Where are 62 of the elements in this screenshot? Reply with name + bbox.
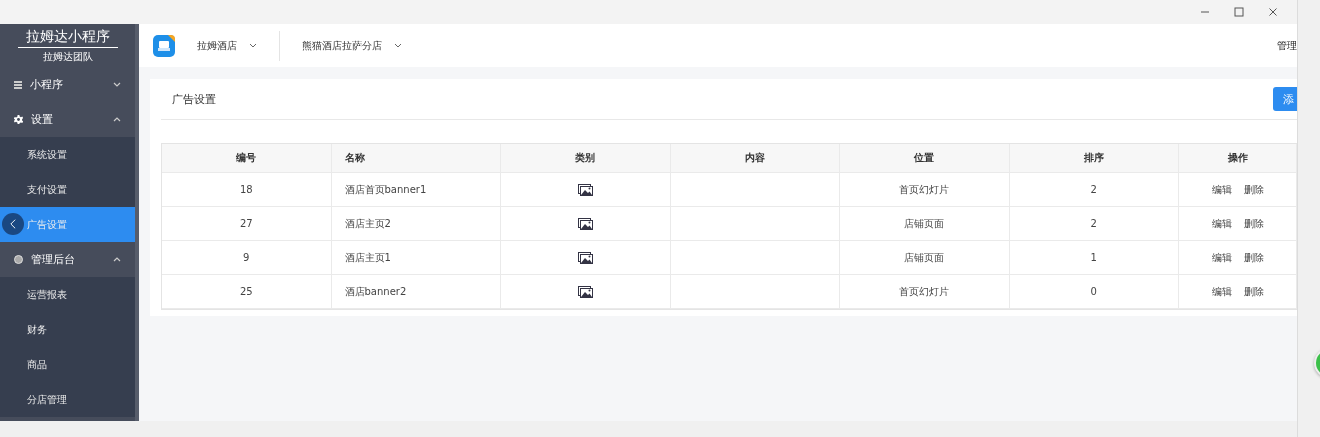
table-cell: 18 <box>162 173 332 207</box>
table-cell: 店铺页面 <box>840 207 1010 241</box>
table-cell: 酒店主页1 <box>331 241 501 275</box>
hotel-select[interactable]: 熊猫酒店拉萨分店 <box>280 30 424 61</box>
card-title: 广告设置 <box>171 91 217 107</box>
menu-item[interactable]: 商品 <box>0 347 135 382</box>
column-header: 位置 <box>840 144 1010 173</box>
table-cell: 首页幻灯片 <box>840 173 1010 207</box>
edit-link[interactable]: 编辑 <box>1211 284 1232 299</box>
column-header: 排序 <box>1009 144 1179 173</box>
table-cell: 酒店首页banner1 <box>331 173 501 207</box>
table-cell: 27 <box>162 207 332 241</box>
hotel-select[interactable]: 拉姆酒店 <box>175 30 279 61</box>
table-cell: 0 <box>1009 275 1179 309</box>
table-cell: 9 <box>162 241 332 275</box>
chevron-up-icon <box>113 117 121 122</box>
menu-item[interactable]: 分店管理 <box>0 382 135 417</box>
table-cell: 酒店banner2 <box>331 275 501 309</box>
table-cell: 25 <box>162 275 332 309</box>
menu-item[interactable]: 财务 <box>0 312 135 347</box>
menu-group[interactable]: 小程序 <box>0 67 135 102</box>
maximize-icon[interactable] <box>1233 6 1245 18</box>
delete-link[interactable]: 删除 <box>1243 284 1264 299</box>
settings-icon <box>14 115 23 124</box>
close-icon[interactable] <box>1267 6 1279 18</box>
menu-group[interactable]: 设置 <box>0 102 135 137</box>
image-icon <box>577 251 593 264</box>
edit-link[interactable]: 编辑 <box>1211 250 1232 265</box>
edit-link[interactable]: 编辑 <box>1211 216 1232 231</box>
menu-item[interactable]: 支付设置 <box>0 172 135 207</box>
delete-link[interactable]: 删除 <box>1243 216 1264 231</box>
menu-item[interactable]: 运营报表 <box>0 277 135 312</box>
column-header: 内容 <box>670 144 840 173</box>
chevron-down-icon <box>394 43 402 48</box>
chevron-down-icon <box>249 43 257 48</box>
dot-icon <box>14 255 23 264</box>
image-icon <box>577 285 593 298</box>
team-name: 拉姆达团队 <box>42 49 93 64</box>
column-header: 类别 <box>501 144 671 173</box>
column-header: 编号 <box>162 144 332 173</box>
table-cell: 2 <box>1009 173 1179 207</box>
chevron-up-icon <box>113 257 121 262</box>
edit-link[interactable]: 编辑 <box>1211 182 1232 197</box>
table-cell: 酒店主页2 <box>331 207 501 241</box>
user-menu[interactable]: 管理 <box>1277 38 1297 53</box>
column-header: 操作 <box>1179 144 1297 173</box>
delete-link[interactable]: 删除 <box>1243 250 1264 265</box>
column-header: 名称 <box>331 144 501 173</box>
chevron-left-icon <box>10 219 16 229</box>
image-icon <box>577 183 593 196</box>
grid-icon <box>14 80 22 89</box>
table-cell: 店铺页面 <box>840 241 1010 275</box>
chevron-down-icon <box>113 82 121 87</box>
table-cell: 2 <box>1009 207 1179 241</box>
table-cell: 首页幻灯片 <box>840 275 1010 309</box>
image-icon <box>577 217 593 230</box>
table-cell: 1 <box>1009 241 1179 275</box>
app-logo-icon <box>153 34 175 57</box>
delete-link[interactable]: 删除 <box>1243 182 1264 197</box>
app-title: 拉姆达小程序 <box>17 27 118 48</box>
menu-group[interactable]: 管理后台 <box>0 242 135 277</box>
menu-item[interactable]: 系统设置 <box>0 137 135 172</box>
